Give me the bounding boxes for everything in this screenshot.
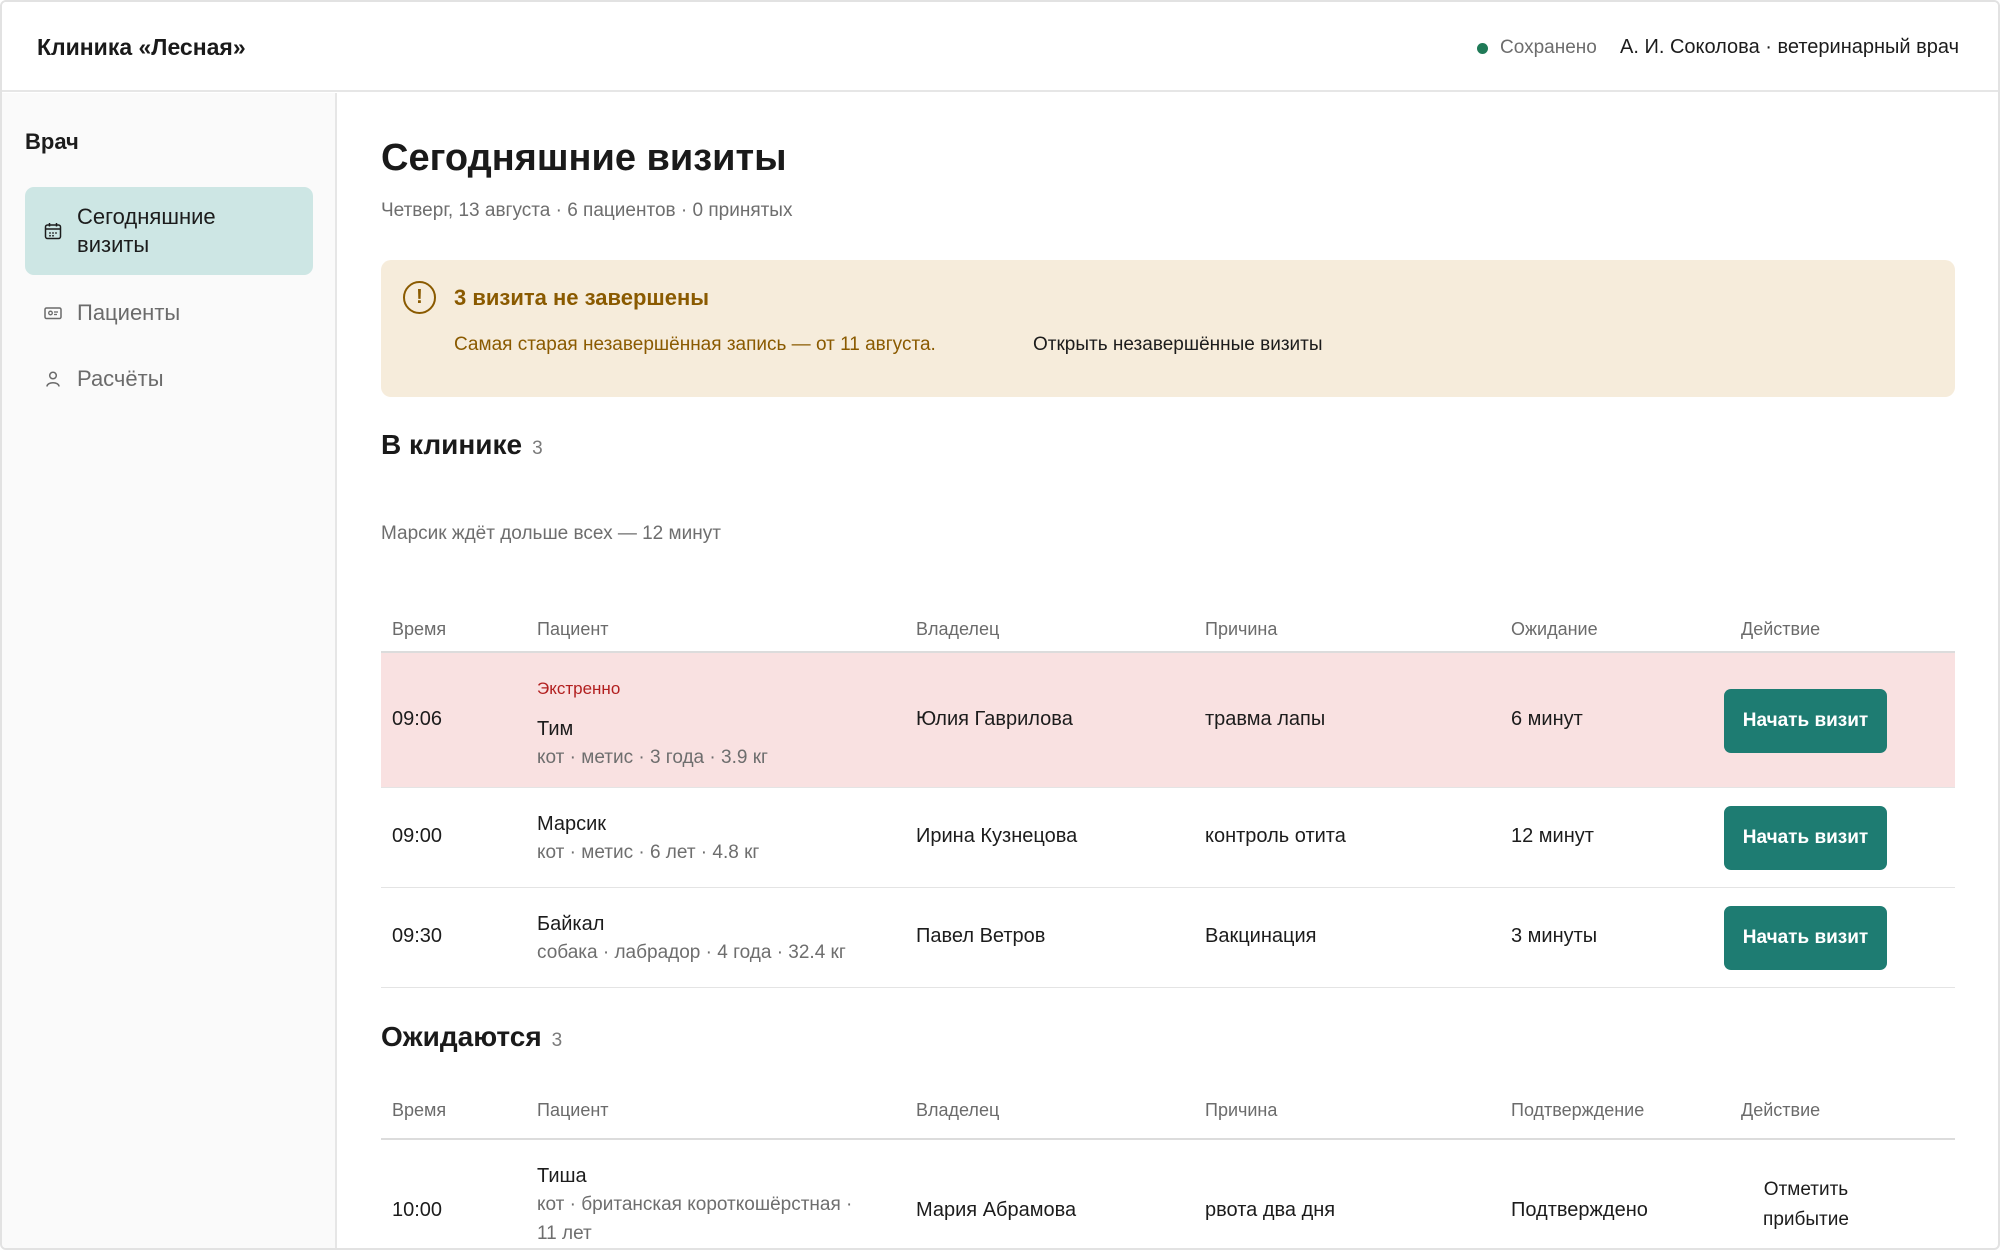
- start-visit-button[interactable]: Начать визит: [1724, 806, 1887, 870]
- column-header: Время: [392, 619, 447, 639]
- expected-table: Время Пациент Владелец Причина Подтвержд…: [381, 1088, 1955, 1248]
- patient-name: Марсик: [537, 813, 607, 835]
- owner-name: Юлия Гаврилова: [916, 708, 1073, 730]
- wait-time: 3 минуты: [1511, 925, 1598, 947]
- alert-title: 3 визита не завершены: [454, 285, 710, 310]
- page-subtitle: Четверг, 13 августа · 6 пациентов · 0 пр…: [381, 200, 793, 221]
- open-incomplete-visits-link[interactable]: Открыть незавершённые визиты: [1033, 334, 1323, 356]
- patient-name: Байкал: [537, 913, 605, 935]
- start-visit-button[interactable]: Начать визит: [1724, 689, 1887, 753]
- wait-time: 12 минут: [1511, 825, 1594, 847]
- patient-name: Тиша: [537, 1165, 587, 1187]
- patient-details: 11 лет: [537, 1223, 592, 1244]
- table-row: 09:00 Марсик кот · метис · 6 лет · 4.8 к…: [381, 788, 1955, 888]
- patient-details: кот · британская короткошёрстная ·: [537, 1194, 853, 1215]
- confirmation-status: Подтверждено: [1511, 1199, 1648, 1221]
- column-header: Владелец: [916, 619, 1000, 639]
- column-header: Причина: [1205, 1100, 1278, 1120]
- sidebar-item-label: Пациенты: [77, 300, 181, 325]
- sidebar-item-todays-visits[interactable]: Сегодняшние визиты: [25, 187, 313, 275]
- start-visit-button[interactable]: Начать визит: [1724, 906, 1887, 970]
- id-card-icon: [44, 307, 62, 320]
- person-icon: [46, 371, 60, 387]
- in-clinic-section-title: В клинике 3: [381, 429, 543, 461]
- sidebar-item-patients[interactable]: Пациенты: [25, 293, 313, 333]
- patient-details: кот · метис · 3 года · 3.9 кг: [537, 747, 768, 768]
- mark-arrival-button[interactable]: Отметить прибытие: [1721, 1175, 1891, 1235]
- page-title: Сегодняшние визиты: [381, 137, 787, 179]
- owner-name: Ирина Кузнецова: [916, 825, 1078, 847]
- column-header: Владелец: [916, 1100, 1000, 1120]
- patient-details: собака · лабрадор · 4 года · 32.4 кг: [537, 942, 846, 963]
- saved-dot-icon: [1477, 42, 1488, 54]
- owner-name: Павел Ветров: [916, 925, 1046, 947]
- visit-reason: контроль отита: [1205, 825, 1346, 847]
- section-title-label: В клинике: [381, 429, 523, 460]
- sidebar-item-label: Расчёты: [77, 366, 164, 391]
- incomplete-visits-alert: ! 3 визита не завершены Самая старая нез…: [381, 260, 1955, 397]
- patient-details: кот · метис · 6 лет · 4.8 кг: [537, 842, 760, 863]
- visit-time: 10:00: [392, 1199, 443, 1221]
- expected-section-title: Ожидаются 3: [381, 1021, 562, 1053]
- sidebar: Врач Сегодняшние визиты Пациенты Расчёты: [2, 93, 337, 1248]
- top-bar: Клиника «Лесная» Сохранено А. И. Соколов…: [2, 2, 1998, 92]
- column-header: Пациент: [537, 619, 609, 639]
- warning-icon: !: [403, 281, 436, 314]
- wait-time: 6 минут: [1511, 708, 1583, 730]
- table-row: 09:06 Экстренно Тим кот · метис · 3 года…: [381, 653, 1955, 788]
- visit-reason: травма лапы: [1205, 708, 1326, 730]
- section-count: 3: [532, 438, 543, 459]
- alert-text: Самая старая незавершённая запись — от 1…: [454, 334, 936, 355]
- main-content: Сегодняшние визиты Четверг, 13 августа ·…: [339, 93, 1998, 1248]
- section-count: 3: [551, 1030, 563, 1051]
- column-header: Действие: [1741, 1100, 1821, 1120]
- column-header: Причина: [1205, 619, 1278, 639]
- save-status: Сохранено: [1477, 37, 1597, 59]
- column-header: Ожидание: [1511, 619, 1598, 639]
- patient-name: Тим: [537, 718, 574, 740]
- user-info: А. И. Соколова · ветеринарный врач: [1620, 36, 1959, 58]
- app-window: Клиника «Лесная» Сохранено А. И. Соколов…: [0, 0, 2000, 1250]
- table-header: Время Пациент Владелец Причина Подтвержд…: [381, 1088, 1955, 1140]
- visit-reason: рвота два дня: [1205, 1199, 1336, 1221]
- table-header: Время Пациент Владелец Причина Ожидание …: [381, 599, 1955, 653]
- table-row: 10:00 Тиша кот · британская короткошёрст…: [381, 1140, 1955, 1248]
- app-title: Клиника «Лесная»: [37, 34, 246, 60]
- longest-wait-note: Марсик ждёт дольше всех — 12 минут: [381, 523, 721, 544]
- calendar-icon: [44, 223, 62, 240]
- mark-arrival-label: прибытие: [1763, 1209, 1849, 1230]
- visit-time: 09:06: [392, 708, 443, 730]
- urgent-badge: Экстренно: [537, 679, 621, 698]
- sidebar-heading: Врач: [25, 129, 79, 154]
- column-header: Время: [392, 1100, 447, 1120]
- column-header: Пациент: [537, 1100, 609, 1120]
- save-status-label: Сохранено: [1500, 37, 1597, 58]
- visit-reason: Вакцинация: [1205, 925, 1317, 947]
- column-header: Подтверждение: [1511, 1100, 1645, 1120]
- table-row: 09:30 Байкал собака · лабрадор · 4 года …: [381, 888, 1955, 988]
- owner-name: Мария Абрамова: [916, 1199, 1077, 1221]
- mark-arrival-label: Отметить: [1763, 1179, 1849, 1200]
- section-title-label: Ожидаются: [381, 1021, 542, 1052]
- visit-time: 09:30: [392, 925, 443, 947]
- visit-time: 09:00: [392, 825, 443, 847]
- sidebar-item-billing[interactable]: Расчёты: [25, 359, 313, 399]
- in-clinic-table: Время Пациент Владелец Причина Ожидание …: [381, 599, 1955, 988]
- sidebar-item-label: Сегодняшние визиты: [77, 204, 216, 257]
- column-header: Действие: [1741, 619, 1821, 639]
